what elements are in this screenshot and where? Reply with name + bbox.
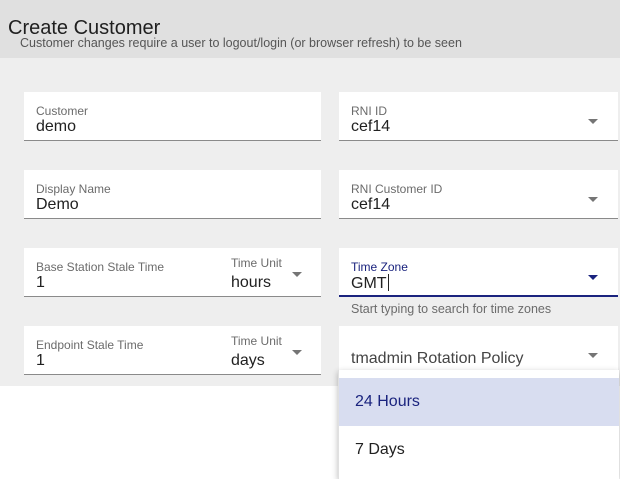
time-zone-label: Time Zone bbox=[351, 260, 408, 274]
rni-id-label: RNI ID bbox=[351, 104, 387, 118]
endpoint-stale-time-value: 1 bbox=[36, 352, 45, 369]
time-zone-field[interactable]: Time Zone GMT bbox=[339, 248, 618, 297]
text-cursor bbox=[387, 274, 389, 291]
rni-customer-id-label: RNI Customer ID bbox=[351, 182, 443, 196]
endpoint-stale-time-field[interactable]: Endpoint Stale Time 1 bbox=[24, 326, 220, 375]
dropdown-arrow-icon[interactable] bbox=[588, 275, 598, 280]
base-station-stale-time-field[interactable]: Base Station Stale Time 1 bbox=[24, 248, 220, 297]
page-subtitle: Customer changes require a user to logou… bbox=[20, 36, 462, 50]
base-station-time-unit-value: hours bbox=[231, 274, 272, 291]
rni-customer-id-value: cef14 bbox=[351, 196, 391, 213]
rni-id-select[interactable]: RNI ID cef14 bbox=[339, 92, 618, 141]
time-zone-hint: Start typing to search for time zones bbox=[351, 302, 552, 316]
endpoint-time-unit-select[interactable]: Time Unit days bbox=[219, 326, 321, 375]
page-header: Create Customer Customer changes require… bbox=[0, 0, 620, 58]
display-name-value: Demo bbox=[36, 196, 79, 213]
display-name-field[interactable]: Display Name Demo bbox=[24, 170, 321, 219]
base-station-time-unit-select[interactable]: Time Unit hours bbox=[219, 248, 321, 297]
rni-customer-id-select[interactable]: RNI Customer ID cef14 bbox=[339, 170, 618, 219]
dropdown-arrow-icon[interactable] bbox=[292, 350, 302, 355]
endpoint-time-unit-label: Time Unit bbox=[231, 334, 282, 348]
dropdown-arrow-icon[interactable] bbox=[292, 272, 302, 277]
dropdown-arrow-icon[interactable] bbox=[588, 197, 598, 202]
time-zone-input[interactable]: GMT bbox=[351, 274, 389, 293]
rotation-policy-select[interactable]: tmadmin Rotation Policy bbox=[339, 326, 618, 375]
time-zone-value: GMT bbox=[351, 275, 387, 292]
dropdown-arrow-icon[interactable] bbox=[588, 353, 598, 358]
customer-value: demo bbox=[36, 118, 77, 135]
base-station-time-unit-label: Time Unit bbox=[231, 256, 282, 270]
base-station-stale-time-value: 1 bbox=[36, 274, 45, 291]
endpoint-time-unit-value: days bbox=[231, 352, 265, 369]
rotation-policy-placeholder: tmadmin Rotation Policy bbox=[351, 350, 524, 367]
rni-id-value: cef14 bbox=[351, 118, 391, 135]
rotation-policy-options: 24 Hours 7 Days bbox=[338, 370, 619, 479]
dropdown-arrow-icon[interactable] bbox=[588, 119, 598, 124]
option-7-days[interactable]: 7 Days bbox=[339, 426, 619, 474]
option-24-hours[interactable]: 24 Hours bbox=[339, 378, 619, 426]
customer-field[interactable]: Customer demo bbox=[24, 92, 321, 141]
base-station-stale-time-label: Base Station Stale Time bbox=[36, 260, 165, 274]
endpoint-stale-time-label: Endpoint Stale Time bbox=[36, 338, 144, 352]
customer-label: Customer bbox=[36, 104, 89, 118]
display-name-label: Display Name bbox=[36, 182, 111, 196]
